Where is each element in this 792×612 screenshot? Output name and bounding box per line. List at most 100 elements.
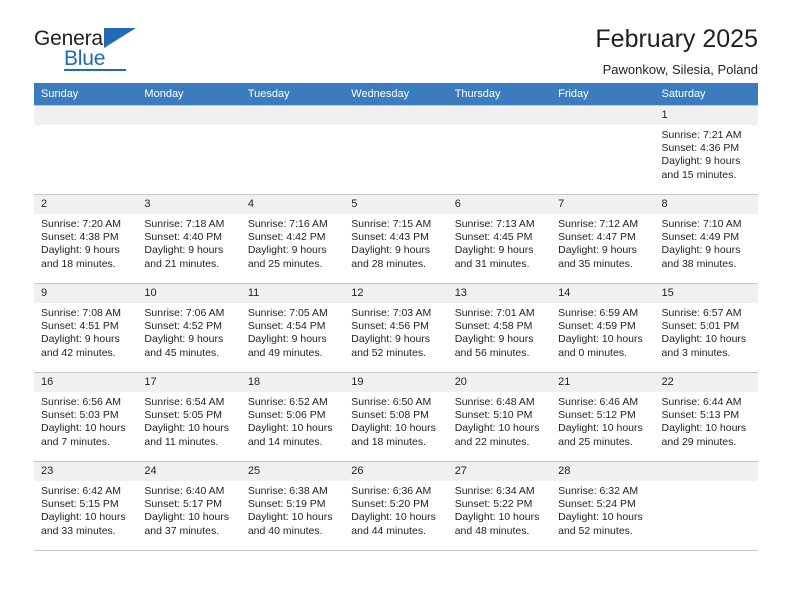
sunset-time: Sunset: 5:19 PM xyxy=(247,498,326,511)
sunset-time: Sunset: 4:52 PM xyxy=(144,320,223,333)
daylight-duration-line1: Daylight: 9 hours xyxy=(41,333,120,346)
calendar-day-cell[interactable]: 20 Sunrise: 6:48 AM Sunset: 5:10 PM Dayligh… xyxy=(447,372,552,462)
calendar-day-cell[interactable]: 25 Sunrise: 6:38 AM Sunset: 5:19 PM Dayligh… xyxy=(240,461,345,551)
sunset-time: Sunset: 5:05 PM xyxy=(144,409,223,422)
day-number: 18 xyxy=(240,373,345,392)
calendar-day-cell[interactable]: 26 Sunrise: 6:36 AM Sunset: 5:20 PM Dayligh… xyxy=(344,461,448,551)
calendar-day-cell[interactable]: 24 Sunrise: 6:40 AM Sunset: 5:17 PM Dayligh… xyxy=(137,461,241,551)
logo-underline xyxy=(64,69,126,71)
day-number xyxy=(240,106,345,125)
calendar-week-row: 9 Sunrise: 7:08 AM Sunset: 4:51 PM Daylight… xyxy=(34,283,758,373)
daylight-duration-line2: and 38 minutes. xyxy=(661,257,737,270)
day-number: 4 xyxy=(240,195,345,214)
title-block: February 2025 Pawonkow, Silesia, Poland xyxy=(595,25,758,78)
daylight-duration-line1: Daylight: 10 hours xyxy=(144,422,230,435)
day-number: 17 xyxy=(137,373,241,392)
daylight-duration-line1: Daylight: 9 hours xyxy=(351,333,431,346)
calendar-day-cell[interactable]: 5 Sunrise: 7:15 AM Sunset: 4:43 PM Daylight… xyxy=(344,194,448,284)
calendar-day-cell[interactable]: 11 Sunrise: 7:05 AM Sunset: 4:54 PM Dayligh… xyxy=(240,283,345,373)
sunrise-time: Sunrise: 6:57 AM xyxy=(661,307,742,319)
calendar-day-cell[interactable]: 28 Sunrise: 6:32 AM Sunset: 5:24 PM Dayligh… xyxy=(551,461,655,551)
logo-word-general: General xyxy=(34,27,108,50)
sunset-time: Sunset: 5:17 PM xyxy=(144,498,223,511)
sunrise-time: Sunrise: 6:50 AM xyxy=(351,396,432,408)
daylight-duration-line2: and 48 minutes. xyxy=(454,524,530,537)
calendar-day-cell[interactable]: 17 Sunrise: 6:54 AM Sunset: 5:05 PM Dayligh… xyxy=(137,372,241,462)
sunset-time: Sunset: 4:49 PM xyxy=(661,231,740,244)
day-details: Sunrise: 7:06 AM Sunset: 4:52 PM Daylight:… xyxy=(137,303,240,360)
day-number: 12 xyxy=(344,284,448,303)
calendar-day-cell[interactable]: 6 Sunrise: 7:13 AM Sunset: 4:45 PM Daylight… xyxy=(447,194,552,284)
calendar-day-cell[interactable]: 1 Sunrise: 7:21 AM Sunset: 4:36 PM Daylight… xyxy=(654,105,758,195)
sunset-time: Sunset: 4:47 PM xyxy=(558,231,636,244)
sunrise-time: Sunrise: 7:13 AM xyxy=(454,218,535,230)
daylight-duration-line2: and 40 minutes. xyxy=(247,524,323,537)
calendar-day-cell[interactable]: 19 Sunrise: 6:50 AM Sunset: 5:08 PM Dayligh… xyxy=(344,372,448,462)
sunset-time: Sunset: 5:03 PM xyxy=(41,409,119,422)
calendar-day-cell[interactable]: 13 Sunrise: 7:01 AM Sunset: 4:58 PM Dayligh… xyxy=(447,283,552,373)
calendar-day-cell[interactable]: 2 Sunrise: 7:20 AM Sunset: 4:38 PM Daylight… xyxy=(34,194,138,284)
sunset-time: Sunset: 5:13 PM xyxy=(661,409,740,422)
calendar-day-cell[interactable]: 3 Sunrise: 7:18 AM Sunset: 4:40 PM Daylight… xyxy=(137,194,241,284)
sunset-time: Sunset: 5:24 PM xyxy=(558,498,636,511)
daylight-duration-line1: Daylight: 10 hours xyxy=(144,511,230,524)
calendar-day-cell[interactable]: 18 Sunrise: 6:52 AM Sunset: 5:06 PM Dayligh… xyxy=(240,372,345,462)
sunrise-time: Sunrise: 6:34 AM xyxy=(454,485,535,497)
calendar-day-cell[interactable]: 4 Sunrise: 7:16 AM Sunset: 4:42 PM Daylight… xyxy=(240,194,345,284)
calendar-day-cell[interactable]: 23 Sunrise: 6:42 AM Sunset: 5:15 PM Dayligh… xyxy=(34,461,138,551)
daylight-duration-line1: Daylight: 10 hours xyxy=(351,422,436,435)
day-number xyxy=(137,106,241,125)
day-number xyxy=(344,106,448,125)
calendar-day-cell[interactable]: 8 Sunrise: 7:10 AM Sunset: 4:49 PM Daylight… xyxy=(654,194,758,284)
daylight-duration-line1: Daylight: 10 hours xyxy=(41,511,126,524)
sunrise-time: Sunrise: 7:18 AM xyxy=(144,218,225,230)
sunset-time: Sunset: 4:42 PM xyxy=(247,231,326,244)
day-details: Sunrise: 6:56 AM Sunset: 5:03 PM Daylight:… xyxy=(34,392,137,449)
sunrise-time: Sunrise: 6:32 AM xyxy=(558,485,639,497)
calendar-day-cell[interactable]: 7 Sunrise: 7:12 AM Sunset: 4:47 PM Daylight… xyxy=(551,194,655,284)
sunset-time: Sunset: 4:38 PM xyxy=(41,231,119,244)
calendar-day-cell[interactable]: 21 Sunrise: 6:46 AM Sunset: 5:12 PM Dayligh… xyxy=(551,372,655,462)
day-number: 8 xyxy=(654,195,758,214)
daylight-duration-line2: and 31 minutes. xyxy=(454,257,530,270)
daylight-duration-line1: Daylight: 10 hours xyxy=(661,422,747,435)
calendar-day-cell[interactable]: 22 Sunrise: 6:44 AM Sunset: 5:13 PM Dayligh… xyxy=(654,372,758,462)
calendar-day-cell[interactable]: 16 Sunrise: 6:56 AM Sunset: 5:03 PM Dayligh… xyxy=(34,372,138,462)
sunrise-time: Sunrise: 6:42 AM xyxy=(41,485,121,497)
day-number xyxy=(551,106,655,125)
sunset-time: Sunset: 5:01 PM xyxy=(661,320,740,333)
sunrise-time: Sunrise: 7:15 AM xyxy=(351,218,432,230)
daylight-duration-line1: Daylight: 10 hours xyxy=(558,422,643,435)
daylight-duration-line2: and 21 minutes. xyxy=(144,257,220,270)
calendar-day-cell[interactable]: 27 Sunrise: 6:34 AM Sunset: 5:22 PM Dayligh… xyxy=(447,461,552,551)
daylight-duration-line1: Daylight: 10 hours xyxy=(41,422,126,435)
daylight-duration-line2: and 25 minutes. xyxy=(247,257,323,270)
day-details: Sunrise: 7:08 AM Sunset: 4:51 PM Daylight:… xyxy=(34,303,137,360)
sunset-time: Sunset: 5:22 PM xyxy=(454,498,533,511)
daylight-duration-line1: Daylight: 9 hours xyxy=(247,244,327,257)
day-details: Sunrise: 6:40 AM Sunset: 5:17 PM Daylight:… xyxy=(137,481,240,538)
calendar-day-cell[interactable]: 10 Sunrise: 7:06 AM Sunset: 4:52 PM Dayligh… xyxy=(137,283,241,373)
daylight-duration-line1: Daylight: 9 hours xyxy=(144,333,224,346)
sunset-time: Sunset: 4:45 PM xyxy=(454,231,533,244)
sunrise-time: Sunrise: 6:54 AM xyxy=(144,396,225,408)
daylight-duration-line1: Daylight: 9 hours xyxy=(144,244,224,257)
day-number: 2 xyxy=(34,195,138,214)
day-number: 7 xyxy=(551,195,655,214)
day-number: 3 xyxy=(137,195,241,214)
daylight-duration-line2: and 37 minutes. xyxy=(144,524,220,537)
sunset-time: Sunset: 5:08 PM xyxy=(351,409,429,422)
calendar-day-cell[interactable]: 12 Sunrise: 7:03 AM Sunset: 4:56 PM Dayligh… xyxy=(344,283,448,373)
sunrise-time: Sunrise: 7:05 AM xyxy=(247,307,328,319)
day-details: Sunrise: 6:59 AM Sunset: 4:59 PM Daylight:… xyxy=(551,303,654,360)
sunrise-time: Sunrise: 6:44 AM xyxy=(661,396,742,408)
calendar-day-cell[interactable]: 9 Sunrise: 7:08 AM Sunset: 4:51 PM Daylight… xyxy=(34,283,138,373)
calendar-week-row: 16 Sunrise: 6:56 AM Sunset: 5:03 PM Dayligh… xyxy=(34,372,758,462)
calendar-day-cell[interactable]: 15 Sunrise: 6:57 AM Sunset: 5:01 PM Dayligh… xyxy=(654,283,758,373)
page-title: February 2025 xyxy=(595,25,758,53)
triangle-icon xyxy=(104,28,136,48)
calendar-day-cell[interactable]: 14 Sunrise: 6:59 AM Sunset: 4:59 PM Dayligh… xyxy=(551,283,655,373)
day-number: 23 xyxy=(34,462,138,481)
day-details: Sunrise: 6:32 AM Sunset: 5:24 PM Daylight:… xyxy=(551,481,654,538)
sunrise-time: Sunrise: 6:59 AM xyxy=(558,307,639,319)
